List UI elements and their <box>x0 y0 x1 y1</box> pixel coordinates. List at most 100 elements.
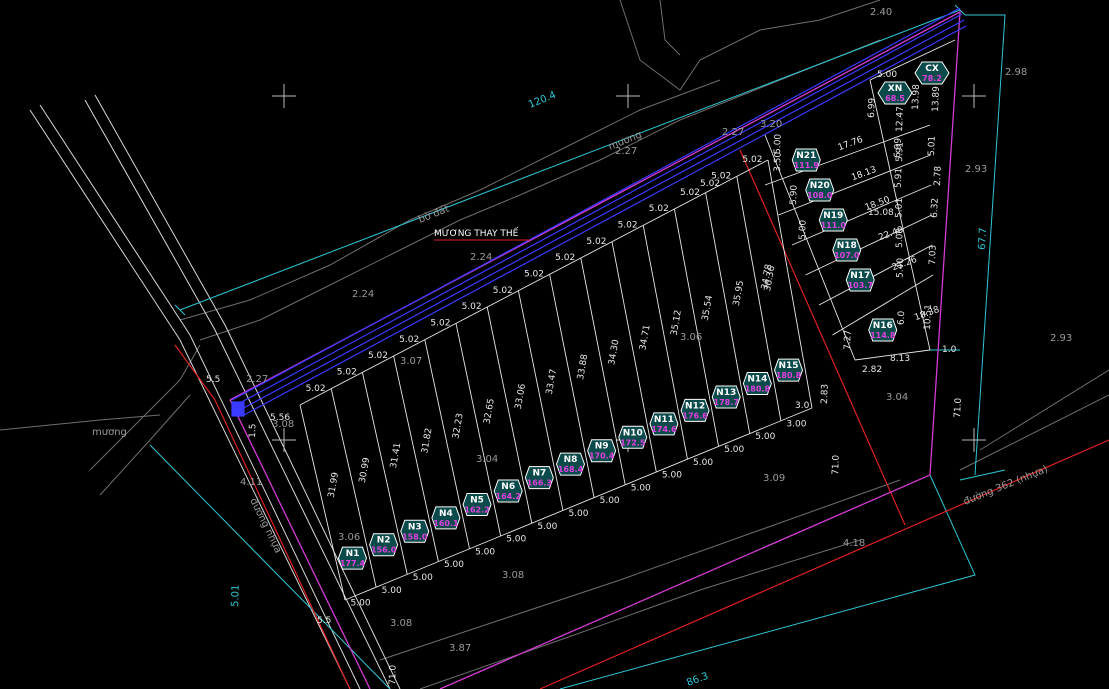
lot-name-n5: N5 <box>470 495 484 505</box>
east-s6-99b: 6.99 <box>867 97 878 118</box>
south-first-top: 5.56 <box>270 413 290 423</box>
lot-top-width-n4: 5.02 <box>399 335 419 345</box>
east-s13-89: 13.89 <box>931 86 942 112</box>
site-plan-canvas: 5.025.0031.99N1177.45.025.0030.99N2156.0… <box>0 0 1109 689</box>
dim-2-83: 2.83 <box>820 384 831 404</box>
lot-bottom-width-n7: 5.00 <box>537 522 557 532</box>
label-canal-left: mương <box>92 427 127 438</box>
lot-top-width-n11: 5.02 <box>618 221 638 231</box>
elev-e7: 2.93 <box>965 164 987 175</box>
east-s5-00b: 5.00 <box>798 219 809 240</box>
elev-e16: 3.07 <box>400 356 422 367</box>
east-side-n18: 5.00 <box>895 227 906 248</box>
lot-top-width-n2: 5.02 <box>337 368 357 378</box>
lot-area-n8: 168.4 <box>558 465 584 474</box>
lot-name-n11: N11 <box>654 415 674 425</box>
lot-bottom-width-n8: 5.00 <box>568 509 588 519</box>
east-side-n17: 5.40 <box>896 257 907 278</box>
south-last-top: 5.02 <box>700 179 720 189</box>
lot-area-n21: 111.9 <box>794 161 820 170</box>
elev-e9: 3.04 <box>886 392 908 403</box>
lot-name-n6: N6 <box>501 482 515 492</box>
east-w15-08: 15.08 <box>868 208 894 218</box>
dim-71-0-right: 71.0 <box>953 397 964 418</box>
lot-bottom-width-n4: 5.00 <box>444 560 464 570</box>
lot-bottom-width-n1: 5.00 <box>351 599 371 609</box>
lot-area-n14: 180.8 <box>745 385 771 394</box>
lot-area-n1: 177.4 <box>340 559 366 568</box>
canal-note: MƯƠNG THAY THẾ <box>434 227 519 239</box>
east-s5-00c: 5.00 <box>877 70 897 80</box>
east-s7-27: 7.27 <box>843 330 854 350</box>
lot-area-n2: 156.0 <box>371 546 397 555</box>
dim-71-0-mid: 71.0 <box>831 454 842 475</box>
lot-name-cx: CX <box>925 64 939 74</box>
lot-top-width-n13: 5.02 <box>680 188 700 198</box>
lot-bottom-width-n14: 5.00 <box>755 432 775 442</box>
east-s13-98: 13.98 <box>911 84 922 110</box>
lot-name-n21: N21 <box>796 151 816 161</box>
east-s12-47: 12.47 <box>895 106 906 132</box>
dim-67-7: 67.7 <box>977 227 989 250</box>
lot-bottom-width-n13: 5.00 <box>724 445 744 455</box>
service-lot-xn: XN 68.5 <box>877 81 913 105</box>
lot-bottom-width-n3: 5.00 <box>413 573 433 583</box>
elev-e5: 3.20 <box>760 119 782 130</box>
lot-bottom-width-n12: 5.00 <box>693 458 713 468</box>
dim-5-5-top: 5.5 <box>206 375 220 385</box>
elev-e14: 3.06 <box>338 532 360 543</box>
east-s7-03: 7.03 <box>928 245 939 265</box>
lot-name-n10: N10 <box>623 428 643 438</box>
lot-name-xn: XN <box>888 84 902 94</box>
east-s3-50: 3.50 <box>773 151 784 172</box>
elev-e18: 4.18 <box>843 538 865 549</box>
lot-name-n4: N4 <box>439 509 453 519</box>
lot-name-n13: N13 <box>716 388 736 398</box>
lot-name-n2: N2 <box>377 536 391 546</box>
elev-e4: 2.27 <box>615 146 637 157</box>
dim-2-40: 2.40 <box>870 7 892 18</box>
lot-top-width-n3: 5.02 <box>368 351 388 361</box>
lot-top-width-n6: 5.02 <box>462 302 482 312</box>
dim-3-0: 3.0 <box>795 401 810 411</box>
east-w8-13: 8.13 <box>890 354 910 364</box>
elev-e1: 2.24 <box>352 289 374 300</box>
lot-name-n17: N17 <box>850 271 870 281</box>
service-lot-cx: CX 78.2 <box>914 61 950 85</box>
lot-top-width-n8: 5.02 <box>524 270 544 280</box>
lot-area-n3: 158.0 <box>402 532 428 541</box>
elev-e3: 2.27 <box>246 374 268 385</box>
east-side-n20: 5.91 <box>894 168 905 188</box>
east-s6-32: 6.32 <box>930 198 941 218</box>
lot-top-width-n7: 5.02 <box>493 286 513 296</box>
east-s2-78: 2.78 <box>933 165 944 186</box>
lot-top-width-n5: 5.02 <box>430 319 450 329</box>
lot-name-n12: N12 <box>685 401 705 411</box>
lot-area-n9: 170.4 <box>589 452 615 461</box>
lot-area-n4: 160.1 <box>433 519 459 528</box>
dim-5-01: 5.01 <box>230 584 242 607</box>
lot-area-cx: 78.2 <box>922 74 942 83</box>
elev-e6: 2.27 <box>722 127 744 138</box>
east-w2-82: 2.82 <box>862 365 882 375</box>
lot-bottom-width-n11: 5.00 <box>662 471 682 481</box>
east-s5-00: 5.00 <box>773 133 784 154</box>
lot-name-n19: N19 <box>823 211 843 221</box>
lot-name-n1: N1 <box>346 549 360 559</box>
lot-name-n14: N14 <box>747 375 767 385</box>
lot-top-width-n12: 5.02 <box>649 204 669 214</box>
lot-area-n13: 178.7 <box>714 398 739 407</box>
lot-name-n8: N8 <box>564 455 578 465</box>
lot-area-n6: 164.2 <box>496 492 521 501</box>
lot-bottom-width-n9: 5.00 <box>600 496 620 506</box>
lot-name-n15: N15 <box>778 361 798 371</box>
lot-name-n20: N20 <box>810 181 830 191</box>
lot-area-n16: 114.8 <box>870 331 896 340</box>
east-s5-90: 5.90 <box>789 184 800 205</box>
elev-e10: 3.09 <box>763 473 785 484</box>
dim-1-5: 1.5 <box>248 423 258 438</box>
lot-top-width-n1: 5.02 <box>306 384 326 394</box>
elev-e8: 2.93 <box>1050 333 1072 344</box>
elev-e20: 3.06 <box>680 332 702 343</box>
lot-area-n19: 111.0 <box>821 221 847 230</box>
